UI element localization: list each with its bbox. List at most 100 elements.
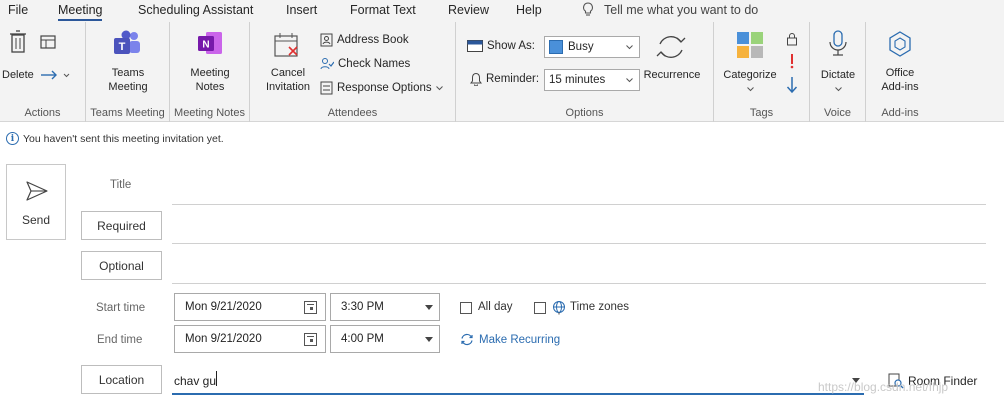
high-importance-icon[interactable]	[788, 53, 796, 69]
categorize-label: Categorize	[723, 69, 777, 81]
categorize-icon	[737, 32, 763, 58]
low-importance-icon[interactable]	[786, 76, 798, 94]
reminder-dropdown[interactable]: 15 minutes	[544, 69, 640, 91]
start-time-label: Start time	[96, 302, 146, 314]
office-addins-icon	[889, 31, 911, 57]
make-recurring-link[interactable]: Make Recurring	[460, 333, 560, 346]
group-attendees: Cancel Invitation Address Book Check Nam…	[250, 22, 456, 122]
office-addins-line1: Office	[885, 67, 915, 79]
response-options-button[interactable]: Response Options	[320, 81, 443, 95]
lightbulb-icon	[583, 2, 593, 16]
start-time-value: 3:30 PM	[341, 301, 384, 313]
recurrence-button[interactable]: Recurrence	[642, 68, 702, 82]
dictate-label: Dictate	[820, 69, 856, 81]
globe-icon	[553, 301, 565, 315]
tab-scheduling-assistant[interactable]: Scheduling Assistant	[138, 3, 253, 17]
tab-insert[interactable]: Insert	[286, 3, 317, 17]
location-input[interactable]	[172, 393, 864, 395]
group-label-attendees: Attendees	[327, 107, 378, 119]
end-time-label: End time	[97, 334, 143, 346]
group-actions: Delete Actions	[0, 22, 86, 122]
calendar-icon[interactable]	[304, 301, 317, 314]
tab-file[interactable]: File	[8, 3, 28, 17]
group-label-teams: Teams Meeting	[90, 107, 165, 119]
onenote-icon: N	[198, 32, 222, 54]
reminder-label: Reminder:	[486, 73, 540, 85]
recurrence-icon	[656, 36, 686, 58]
send-button[interactable]: Send	[6, 164, 66, 240]
optional-button[interactable]: Optional	[81, 251, 162, 280]
teams-icon: T	[114, 30, 140, 54]
meeting-notes-line1: Meeting	[190, 67, 230, 79]
response-options-label: Response Options	[337, 82, 432, 94]
menu-bar: File Meeting Scheduling Assistant Insert…	[0, 0, 1004, 22]
title-label: Title	[110, 179, 132, 191]
group-label-addins: Add-ins	[881, 107, 919, 119]
categorize-button[interactable]: Categorize	[714, 68, 786, 96]
table-view-icon[interactable]	[40, 35, 56, 49]
start-time-field[interactable]: 3:30 PM	[330, 293, 440, 321]
office-addins-button[interactable]: Office Add-ins	[866, 66, 934, 94]
calendar-icon[interactable]	[304, 333, 317, 346]
group-label-tags: Tags	[749, 107, 774, 119]
tab-format-text[interactable]: Format Text	[350, 3, 416, 17]
svg-text:N: N	[202, 40, 209, 51]
send-icon	[26, 181, 48, 201]
response-options-icon	[320, 81, 333, 95]
teams-meeting-button[interactable]: Teams Meeting	[86, 66, 170, 94]
cancel-invitation-icon	[274, 33, 298, 57]
check-names-icon	[320, 58, 334, 70]
make-recurring-label: Make Recurring	[479, 333, 561, 346]
all-day-label: All day	[478, 301, 513, 313]
start-date-field[interactable]: Mon 9/21/2020	[174, 293, 326, 321]
title-input[interactable]	[172, 204, 986, 205]
required-input[interactable]	[172, 243, 986, 244]
required-button[interactable]: Required	[81, 211, 162, 240]
cancel-invitation-button[interactable]: Cancel Invitation	[258, 66, 318, 94]
tab-review[interactable]: Review	[448, 3, 489, 17]
svg-text:T: T	[119, 41, 126, 53]
time-zones-checkbox[interactable]	[534, 302, 546, 314]
tell-me-box[interactable]: Tell me what you want to do	[582, 2, 758, 18]
meeting-notes-button[interactable]: Meeting Notes	[170, 66, 250, 94]
end-time-value: 4:00 PM	[341, 333, 384, 345]
tab-meeting[interactable]: Meeting	[58, 3, 103, 21]
check-names-button[interactable]: Check Names	[320, 57, 410, 71]
chevron-down-icon	[626, 78, 633, 83]
recurring-icon	[461, 333, 473, 346]
group-options: Show As: Busy Reminder: 15 minutes Recur…	[456, 22, 714, 122]
show-as-icon	[467, 40, 483, 52]
all-day-checkbox[interactable]	[460, 302, 472, 314]
delete-button[interactable]: Delete	[2, 68, 34, 82]
group-meeting-notes: N Meeting Notes Meeting Notes	[170, 22, 250, 122]
forward-arrow-icon[interactable]	[40, 68, 70, 82]
end-date-field[interactable]: Mon 9/21/2020	[174, 325, 326, 353]
address-book-button[interactable]: Address Book	[320, 33, 409, 47]
location-value: chav gu	[174, 374, 217, 388]
end-date-value: Mon 9/21/2020	[185, 333, 262, 345]
reminder-value: 15 minutes	[549, 74, 606, 86]
address-book-label: Address Book	[337, 34, 409, 46]
tab-help[interactable]: Help	[516, 3, 542, 17]
show-as-dropdown[interactable]: Busy	[544, 36, 640, 58]
meeting-notes-line2: Notes	[195, 81, 225, 93]
time-zones-label: Time zones	[570, 301, 630, 313]
group-voice: Dictate Voice	[810, 22, 866, 122]
chevron-down-icon	[435, 85, 443, 90]
dictate-button[interactable]: Dictate	[810, 68, 866, 96]
optional-input[interactable]	[172, 283, 986, 284]
office-addins-line2: Add-ins	[881, 81, 919, 93]
info-icon: i	[6, 132, 19, 145]
trash-icon[interactable]	[9, 30, 27, 54]
chevron-down-icon	[834, 87, 842, 92]
send-label: Send	[21, 213, 51, 227]
info-bar: i You haven't sent this meeting invitati…	[6, 132, 224, 145]
group-tags: Categorize Tags	[714, 22, 810, 122]
group-label-notes: Meeting Notes	[174, 107, 245, 119]
lock-icon[interactable]	[786, 32, 798, 46]
location-button[interactable]: Location	[81, 365, 162, 394]
end-time-field[interactable]: 4:00 PM	[330, 325, 440, 353]
dropdown-arrow-icon[interactable]	[425, 305, 433, 310]
cancel-invitation-line1: Cancel	[270, 67, 306, 79]
dropdown-arrow-icon[interactable]	[425, 337, 433, 342]
